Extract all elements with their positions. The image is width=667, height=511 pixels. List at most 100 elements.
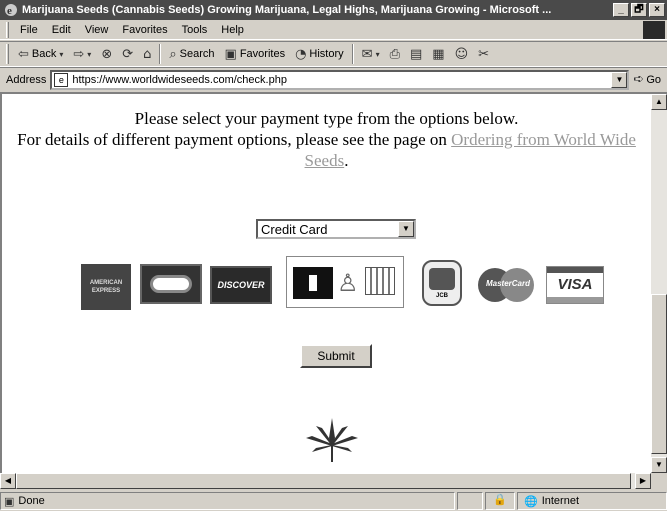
horizontal-scrollbar[interactable]: ◀ ▶	[0, 473, 651, 489]
cb-mark-icon	[150, 275, 192, 293]
dropdown-arrow-icon[interactable]: ▾	[376, 50, 380, 59]
amex-text-2: EXPRESS	[91, 288, 121, 294]
discover-text: DISCOVER	[217, 280, 265, 290]
horizontal-scroll-thumb[interactable]	[16, 473, 631, 489]
cannabis-leaf-icon	[306, 418, 358, 462]
address-url[interactable]: https://www.worldwideseeds.com/check.php	[72, 74, 287, 86]
ie-logo-icon: e	[5, 4, 17, 17]
menu-edit[interactable]: Edit	[45, 24, 78, 36]
go-label: Go	[646, 73, 661, 86]
jcb-logo: JCB	[422, 260, 462, 306]
search-icon: ⌕	[169, 46, 177, 62]
instruction-text: For details of different payment options…	[17, 130, 452, 149]
stop-button[interactable]: ⊗	[96, 43, 117, 65]
scissors-icon: ✂	[478, 46, 490, 62]
title-bar: e Marijuana Seeds (Cannabis Seeds) Growi…	[0, 0, 667, 20]
menu-file[interactable]: File	[13, 24, 45, 36]
home-icon: ⌂	[143, 46, 152, 62]
close-button[interactable]: ×	[649, 3, 665, 17]
restore-button[interactable]: 🗗	[631, 3, 647, 17]
visa-band-bottom	[547, 297, 603, 303]
page-content: Please select your payment type from the…	[0, 92, 651, 473]
minimize-button[interactable]: _	[613, 3, 629, 17]
amex-text-1: AMERICAN	[89, 280, 123, 286]
vertical-scrollbar[interactable]: ▲ ▼	[651, 92, 667, 473]
favorites-label: Favorites	[239, 48, 286, 60]
menu-tools[interactable]: Tools	[175, 24, 215, 36]
address-dropdown-icon[interactable]: ▼	[611, 71, 628, 88]
menu-help[interactable]: Help	[214, 24, 251, 36]
search-label: Search	[179, 48, 215, 60]
ec-mark-icon	[293, 267, 333, 299]
home-button[interactable]: ⌂	[138, 43, 156, 65]
scroll-down-icon[interactable]: ▼	[651, 457, 667, 473]
dropdown-arrow-icon[interactable]: ▾	[59, 50, 63, 59]
mail-icon: ✉	[361, 46, 373, 62]
back-arrow-icon: ⇦	[18, 46, 29, 62]
forward-button[interactable]: ⇨ ▾	[68, 43, 96, 65]
status-main-pane: ▣ Done	[0, 492, 455, 510]
history-label: History	[309, 48, 344, 60]
mastercard-logo: MasterCard	[478, 268, 536, 302]
address-bar: Address e https://www.worldwideseeds.com…	[0, 67, 667, 91]
print-button[interactable]: ⎙	[385, 43, 405, 65]
back-label: Back	[31, 48, 57, 60]
jcb-mark-icon	[429, 267, 455, 290]
discuss-icon: ▦	[432, 46, 445, 62]
toolbar-separator	[159, 44, 162, 64]
refresh-icon: ⟳	[122, 46, 134, 62]
back-button[interactable]: ⇦ Back ▾	[13, 43, 68, 65]
payment-type-value[interactable]: Credit Card	[258, 222, 398, 237]
person-icon: ♙	[337, 269, 359, 297]
submit-button[interactable]: Submit	[300, 344, 372, 368]
vertical-scroll-thumb[interactable]	[651, 294, 667, 454]
status-text: Done	[18, 495, 45, 507]
forward-arrow-icon: ⇨	[73, 46, 85, 62]
print-icon: ⎙	[389, 46, 400, 62]
scrollbar-corner	[651, 473, 667, 489]
stop-icon: ⊗	[101, 46, 113, 62]
instruction-line-2: For details of different payment options…	[2, 129, 651, 171]
address-input[interactable]: e https://www.worldwideseeds.com/check.p…	[50, 69, 630, 90]
menu-favorites[interactable]: Favorites	[115, 24, 174, 36]
messenger-button[interactable]: ☺	[450, 43, 474, 65]
dropdown-arrow-icon[interactable]: ▾	[87, 50, 91, 59]
standard-toolbar: ⇦ Back ▾ ⇨ ▾ ⊗ ⟳ ⌂ ⌕ Search ▣ Favorites …	[0, 41, 667, 67]
mastercard-text: MasterCard	[485, 279, 530, 288]
instruction-period: .	[344, 151, 349, 170]
go-button[interactable]: ➪ Go	[633, 72, 667, 87]
history-icon: ◔	[295, 46, 307, 62]
carte-bleue-logo	[140, 264, 202, 304]
visa-logo: VISA	[546, 266, 604, 304]
scroll-left-icon[interactable]: ◀	[0, 473, 16, 489]
scroll-up-icon[interactable]: ▲	[651, 94, 667, 110]
menu-view[interactable]: View	[78, 24, 116, 36]
discuss-button[interactable]: ▦	[427, 43, 449, 65]
messenger-icon: ☺	[454, 46, 469, 62]
window-title: Marijuana Seeds (Cannabis Seeds) Growing…	[22, 4, 552, 16]
favorites-icon: ▣	[224, 46, 237, 62]
toolbar-grip[interactable]	[6, 21, 9, 38]
discover-logo: DISCOVER	[210, 266, 272, 304]
mail-button[interactable]: ✉ ▾	[357, 43, 385, 65]
edit-button[interactable]: ▤	[405, 43, 427, 65]
tools-button[interactable]: ✂	[473, 43, 494, 65]
visa-text: VISA	[557, 276, 593, 293]
keypad-icon	[365, 267, 395, 295]
toolbar-grip[interactable]	[6, 44, 9, 64]
menu-bar: File Edit View Favorites Tools Help	[0, 20, 667, 40]
edit-icon: ▤	[409, 46, 423, 62]
payment-type-select[interactable]: Credit Card ▼	[256, 219, 416, 239]
refresh-button[interactable]: ⟳	[117, 43, 138, 65]
page-icon: e	[54, 72, 69, 87]
scroll-right-icon[interactable]: ▶	[635, 473, 651, 489]
globe-icon: 🌐	[524, 494, 538, 508]
favorites-button[interactable]: ▣ Favorites	[220, 43, 291, 65]
jcb-text: JCB	[435, 292, 448, 299]
security-zone-pane: 🌐 Internet	[517, 492, 667, 510]
history-button[interactable]: ◔ History	[290, 43, 349, 65]
search-button[interactable]: ⌕ Search	[164, 43, 219, 65]
page-done-icon: ▣	[4, 494, 15, 508]
chevron-down-icon[interactable]: ▼	[398, 221, 414, 237]
status-progress-pane	[457, 492, 483, 510]
